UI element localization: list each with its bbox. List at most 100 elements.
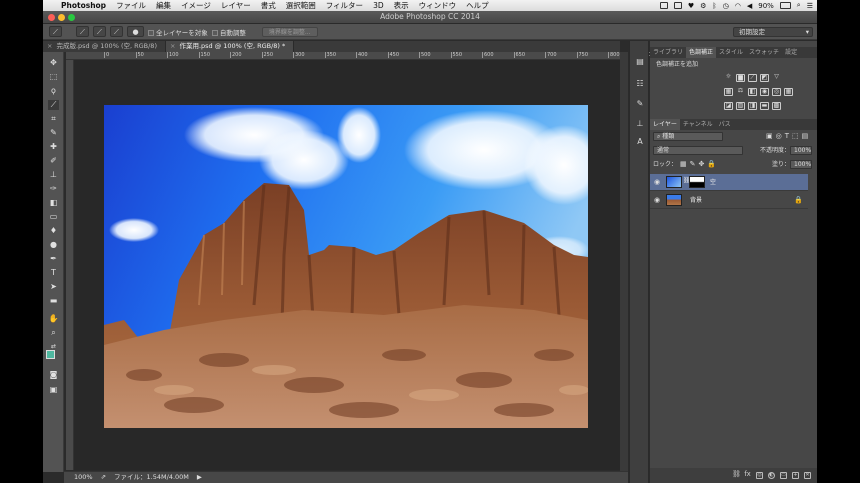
- brush-preset-button[interactable]: ⟋: [49, 26, 62, 37]
- lock-icons[interactable]: ▦✎✥🔒: [680, 160, 719, 168]
- hand-tool-icon[interactable]: ✋: [48, 314, 59, 324]
- quick-mask-icon[interactable]: ◙: [48, 370, 59, 380]
- tab-layers[interactable]: レイヤー: [650, 119, 680, 130]
- delete-layer-icon[interactable]: ✕: [804, 472, 811, 479]
- menu-file[interactable]: ファイル: [111, 0, 151, 11]
- gradient-tool-icon[interactable]: ▭: [48, 212, 59, 222]
- pen-tool-icon[interactable]: ✒: [48, 254, 59, 264]
- new-group-icon[interactable]: ▭: [780, 472, 787, 479]
- type-tool-icon[interactable]: T: [48, 268, 59, 278]
- properties-panel-icon[interactable]: ☷: [635, 79, 645, 89]
- clone-source-icon[interactable]: ⊥: [635, 119, 645, 129]
- adobe-icon[interactable]: [659, 2, 668, 9]
- character-panel-icon[interactable]: A: [635, 137, 645, 147]
- brightness-icon[interactable]: ☼: [724, 74, 733, 82]
- all-layers-option[interactable]: 全レイヤーを対象: [148, 27, 208, 37]
- dodge-tool-icon[interactable]: ●: [48, 240, 59, 250]
- history-brush-tool-icon[interactable]: ✑: [48, 184, 59, 194]
- quick-selection-tool-icon[interactable]: ⟋: [48, 100, 59, 110]
- add-selection-icon[interactable]: ⟋: [93, 26, 106, 37]
- brush-size-picker[interactable]: ●: [127, 26, 144, 37]
- tab-adjustments[interactable]: 色調補正: [686, 47, 717, 58]
- clock-icon[interactable]: ◷: [723, 2, 729, 10]
- canvas-image[interactable]: [104, 105, 588, 428]
- eraser-tool-icon[interactable]: ◧: [48, 198, 59, 208]
- all-layers-checkbox[interactable]: [148, 29, 154, 36]
- menu-layer[interactable]: レイヤー: [216, 0, 256, 11]
- threshold-icon[interactable]: ◨: [748, 102, 757, 110]
- close-tab-icon[interactable]: ×: [170, 42, 175, 50]
- menu-type[interactable]: 書式: [256, 0, 281, 11]
- color-lookup-icon[interactable]: ▦: [784, 88, 793, 96]
- photo-filter-icon[interactable]: ◉: [760, 88, 769, 96]
- history-panel-icon[interactable]: ▤: [635, 57, 645, 67]
- vibrance-icon[interactable]: ▽: [772, 74, 781, 82]
- blur-tool-icon[interactable]: ♦: [48, 226, 59, 236]
- menu-list-icon[interactable]: ☰: [807, 2, 813, 10]
- layer-filter-icons[interactable]: ▣◎T⬚▤: [766, 132, 811, 140]
- screen-mode-icon[interactable]: ▣: [48, 385, 59, 395]
- blend-mode-select[interactable]: 通常: [653, 146, 743, 155]
- search-icon[interactable]: ⌕: [797, 1, 801, 10]
- workspace-select[interactable]: 初期設定 ▾: [733, 27, 813, 37]
- curves-icon[interactable]: ⟋: [748, 74, 757, 82]
- new-layer-icon[interactable]: +: [792, 472, 799, 479]
- invert-icon[interactable]: ◪: [724, 102, 733, 110]
- volume-icon[interactable]: ◀: [747, 2, 752, 10]
- tab-swatches[interactable]: スウォッチ: [746, 47, 782, 58]
- lasso-tool-icon[interactable]: ϙ: [48, 86, 59, 96]
- menu-edit[interactable]: 編集: [151, 0, 176, 11]
- clone-stamp-tool-icon[interactable]: ⊥: [48, 170, 59, 180]
- eyedropper-tool-icon[interactable]: ✎: [48, 128, 59, 138]
- color-balance-icon[interactable]: ⚖: [736, 88, 745, 96]
- posterize-icon[interactable]: ▧: [736, 102, 745, 110]
- link-layers-icon[interactable]: ⛓: [732, 471, 741, 479]
- selective-color-icon[interactable]: ▩: [772, 102, 781, 110]
- exposure-icon[interactable]: ◩: [760, 74, 769, 82]
- settings-icon[interactable]: ⚙: [700, 2, 706, 10]
- heart-icon[interactable]: ♥: [688, 2, 694, 10]
- fill-input[interactable]: 100%: [790, 160, 812, 169]
- path-selection-tool-icon[interactable]: ➤: [48, 282, 59, 292]
- black-white-icon[interactable]: ◧: [748, 88, 757, 96]
- menu-filter[interactable]: フィルター: [321, 0, 368, 11]
- tab-final-psd[interactable]: × 完成版.psd @ 100% (空, RGB/8): [43, 41, 166, 52]
- zoom-level[interactable]: 100%: [74, 472, 93, 483]
- tab-paths[interactable]: パス: [716, 119, 734, 130]
- tab-settings[interactable]: 設定: [782, 47, 800, 58]
- battery-text[interactable]: 90%: [758, 2, 774, 10]
- brush-tool-icon[interactable]: ✐: [48, 156, 59, 166]
- status-menu-arrow-icon[interactable]: ▶: [197, 472, 202, 483]
- layer-mask-thumbnail[interactable]: [689, 176, 705, 188]
- close-tab-icon[interactable]: ×: [47, 42, 52, 50]
- layer-filter-kind[interactable]: ⌕ 種類: [653, 132, 723, 141]
- gradient-map-icon[interactable]: ▬: [760, 102, 769, 110]
- wifi-icon[interactable]: ◠: [735, 2, 741, 10]
- tab-libraries[interactable]: ライブラリ: [650, 47, 686, 58]
- layer-style-icon[interactable]: fx: [744, 471, 751, 479]
- layer-name[interactable]: 背景: [690, 192, 702, 209]
- tab-styles[interactable]: スタイル: [716, 47, 746, 58]
- refine-edge-button[interactable]: 境界線を調整...: [261, 26, 318, 37]
- tab-channels[interactable]: チャンネル: [680, 119, 716, 130]
- canvas-vertical-scrollbar[interactable]: [620, 52, 628, 472]
- notification-icon[interactable]: [673, 2, 682, 9]
- menu-image[interactable]: イメージ: [176, 0, 216, 11]
- marquee-tool-icon[interactable]: ⬚: [48, 72, 59, 82]
- levels-icon[interactable]: ▆: [736, 74, 745, 82]
- menu-select[interactable]: 選択範囲: [281, 0, 321, 11]
- crop-tool-icon[interactable]: ⌗: [48, 114, 59, 124]
- new-selection-icon[interactable]: ⟋: [76, 26, 89, 37]
- export-icon[interactable]: ⇗: [101, 472, 106, 483]
- opacity-input[interactable]: 100%: [790, 146, 812, 155]
- zoom-tool-icon[interactable]: ⌕: [48, 328, 59, 338]
- rectangle-tool-icon[interactable]: ▬: [48, 296, 59, 306]
- healing-brush-tool-icon[interactable]: ✚: [48, 142, 59, 152]
- layer-row-background[interactable]: ◉ 背景 🔒: [650, 192, 808, 209]
- auto-enhance-option[interactable]: 自動調整: [211, 27, 246, 37]
- hue-saturation-icon[interactable]: ▦: [724, 88, 733, 96]
- auto-enhance-checkbox[interactable]: [211, 29, 218, 36]
- visibility-eye-icon[interactable]: ◉: [654, 179, 662, 186]
- menu-view[interactable]: 表示: [389, 0, 414, 11]
- new-adjustment-icon[interactable]: ◐: [768, 472, 775, 479]
